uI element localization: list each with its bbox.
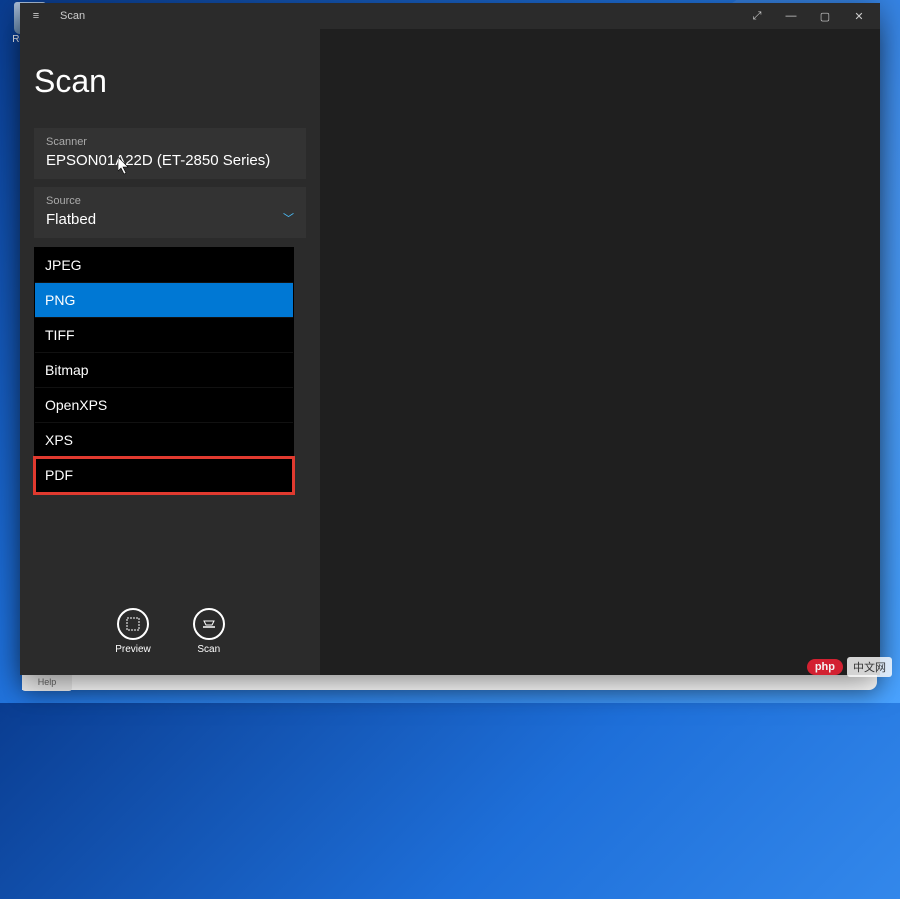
filetype-option-openxps[interactable]: OpenXPS bbox=[35, 388, 293, 423]
source-selector[interactable]: Source Flatbed ﹀ bbox=[34, 187, 306, 238]
filetype-option-pdf[interactable]: PDF bbox=[35, 458, 293, 493]
filetype-option-bitmap[interactable]: Bitmap bbox=[35, 353, 293, 388]
source-value: Flatbed bbox=[46, 211, 294, 228]
filetype-option-jpeg[interactable]: JPEG bbox=[35, 248, 293, 283]
background-help-button: Help bbox=[22, 673, 72, 691]
filetype-option-xps[interactable]: XPS bbox=[35, 423, 293, 458]
filetype-option-tiff[interactable]: TIFF bbox=[35, 318, 293, 353]
preview-pane bbox=[320, 29, 880, 675]
watermark-text: 中文网 bbox=[847, 657, 892, 677]
filetype-option-png[interactable]: PNG bbox=[35, 283, 293, 318]
app-heading: Scan bbox=[34, 63, 306, 100]
scanner-value: EPSON01A22D (ET-2850 Series) bbox=[46, 152, 294, 169]
chevron-down-icon: ﹀ bbox=[283, 210, 294, 226]
scan-app-window: ≡ Scan ⤢ — ▢ ✕ Scan Scanner EPSON01A22D … bbox=[20, 3, 880, 675]
app-body: Scan Scanner EPSON01A22D (ET-2850 Series… bbox=[20, 29, 880, 675]
scan-button[interactable]: Scan bbox=[193, 608, 225, 655]
expand-button[interactable]: ⤢ bbox=[740, 3, 774, 29]
minimize-icon: — bbox=[786, 10, 797, 22]
source-label: Source bbox=[46, 195, 294, 207]
scanner-selector[interactable]: Scanner EPSON01A22D (ET-2850 Series) bbox=[34, 128, 306, 179]
settings-pane: Scan Scanner EPSON01A22D (ET-2850 Series… bbox=[20, 29, 320, 675]
watermark-brand: php bbox=[807, 659, 843, 675]
maximize-button[interactable]: ▢ bbox=[808, 3, 842, 29]
titlebar: ≡ Scan ⤢ — ▢ ✕ bbox=[20, 3, 880, 29]
expand-icon: ⤢ bbox=[753, 10, 762, 23]
minimize-button[interactable]: — bbox=[774, 3, 808, 29]
scan-icon bbox=[193, 608, 225, 640]
filetype-dropdown[interactable]: JPEG PNG TIFF Bitmap OpenXPS XPS PDF bbox=[34, 247, 294, 494]
footer-actions: Preview Scan bbox=[34, 608, 306, 661]
scanner-label: Scanner bbox=[46, 136, 294, 148]
menu-icon[interactable]: ≡ bbox=[24, 10, 48, 22]
window-title: Scan bbox=[60, 10, 85, 22]
close-icon: ✕ bbox=[854, 10, 863, 23]
watermark: php 中文网 bbox=[807, 657, 892, 677]
maximize-icon: ▢ bbox=[820, 10, 830, 23]
preview-button[interactable]: Preview bbox=[115, 608, 151, 655]
preview-label: Preview bbox=[115, 644, 151, 655]
close-button[interactable]: ✕ bbox=[842, 3, 876, 29]
preview-icon bbox=[117, 608, 149, 640]
scan-label: Scan bbox=[197, 644, 220, 655]
